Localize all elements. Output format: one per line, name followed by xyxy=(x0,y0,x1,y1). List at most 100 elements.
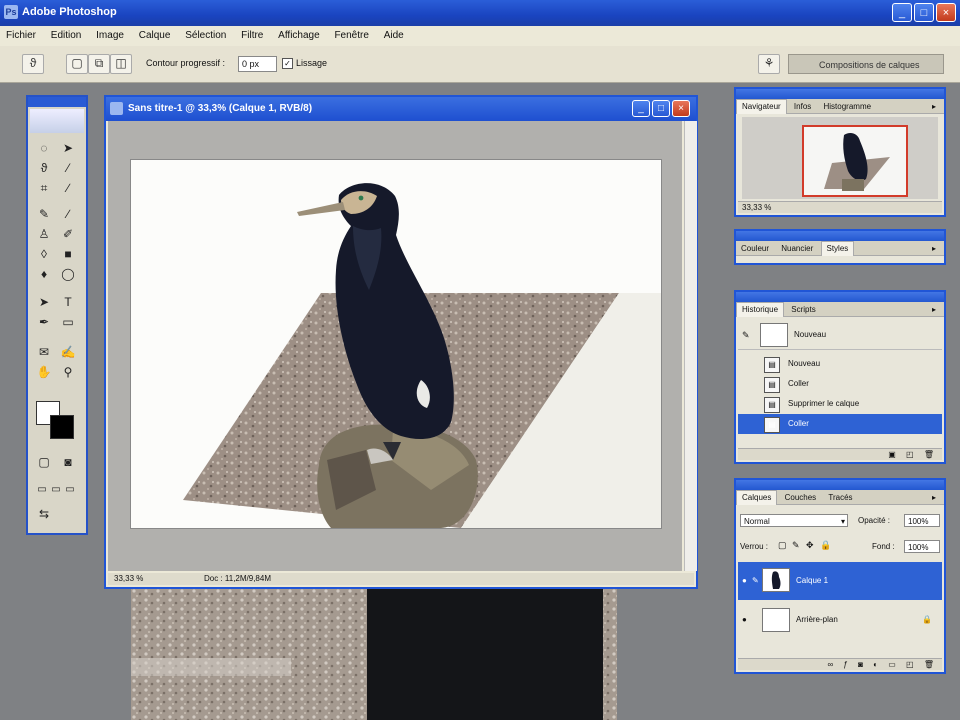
move-tool-icon[interactable]: ➤ xyxy=(58,139,78,157)
tab-color[interactable]: Couleur xyxy=(736,242,774,256)
tab-layers[interactable]: Calques xyxy=(736,490,778,505)
doc-minimize-button[interactable]: _ xyxy=(632,100,650,117)
navigator-zoom[interactable]: 33,33 % xyxy=(742,203,771,212)
crop-tool-icon[interactable]: ⌗ xyxy=(34,179,54,197)
pen-tool-icon[interactable]: ✒ xyxy=(34,313,54,331)
imageready-icon[interactable]: ⇆ xyxy=(34,505,54,523)
new-layer-icon[interactable]: ◰ xyxy=(906,660,914,669)
smooth-checkbox[interactable]: ✓ xyxy=(282,58,293,69)
add-selection-icon[interactable]: ⧉ xyxy=(88,54,110,74)
menu-edition[interactable]: Edition xyxy=(45,26,88,41)
navigator-preview[interactable] xyxy=(742,117,938,199)
history-menu-icon[interactable]: ▸ xyxy=(927,303,941,317)
menu-fenetre[interactable]: Fenêtre xyxy=(328,26,374,41)
tab-info[interactable]: Infos xyxy=(789,100,816,114)
history-snapshot[interactable]: ✎ Nouveau xyxy=(738,320,942,350)
navigator-view-box[interactable] xyxy=(802,125,908,197)
lasso-tool-preset-icon[interactable]: ϑ xyxy=(22,54,44,74)
menu-image[interactable]: Image xyxy=(90,26,130,41)
minimize-button[interactable]: _ xyxy=(892,3,912,22)
history-item-selected[interactable]: ▤ Coller xyxy=(738,414,942,434)
fill-input[interactable]: 100% xyxy=(904,540,940,553)
document-size[interactable]: Doc : 11,2M/9,84M xyxy=(204,573,271,585)
history-brush-icon[interactable]: ✐ xyxy=(58,225,78,243)
lock-pixels-icon[interactable]: ✎ xyxy=(792,540,800,551)
eraser-tool-icon[interactable]: ◊ xyxy=(34,245,54,263)
doc-maximize-button[interactable]: □ xyxy=(652,100,670,117)
tab-styles[interactable]: Styles xyxy=(820,241,855,256)
stamp-tool-icon[interactable]: ♙ xyxy=(34,225,54,243)
path-selection-icon[interactable]: ➤ xyxy=(34,293,54,311)
screen-mode-full-icon[interactable]: ▭ xyxy=(60,481,80,499)
navigator-palette-header[interactable] xyxy=(736,89,944,99)
document-zoom[interactable]: 33,33 % xyxy=(114,573,143,585)
canvas[interactable] xyxy=(130,159,662,529)
standard-mode-icon[interactable]: ▢ xyxy=(34,453,54,471)
layers-palette-header[interactable] xyxy=(736,480,944,490)
tab-channels[interactable]: Couches xyxy=(780,491,822,505)
gradient-tool-icon[interactable]: ■ xyxy=(58,245,78,263)
menu-aide[interactable]: Aide xyxy=(378,26,410,41)
doc-close-button[interactable]: × xyxy=(672,100,690,117)
new-snapshot-icon[interactable]: ◰ xyxy=(906,450,914,459)
lasso-tool-icon[interactable]: ϑ xyxy=(34,159,54,177)
link-layers-icon[interactable]: ∞ xyxy=(827,660,833,669)
menu-filtre[interactable]: Filtre xyxy=(235,26,269,41)
tab-actions[interactable]: Scripts xyxy=(786,303,820,317)
layer-row-selected[interactable]: ● ✎ Calque 1 xyxy=(738,562,942,600)
subtract-selection-icon[interactable]: ◫ xyxy=(110,54,132,74)
history-item[interactable]: ▤ Supprimer le calque xyxy=(738,394,942,414)
dodge-tool-icon[interactable]: ◯ xyxy=(58,265,78,283)
quick-mask-icon[interactable]: ◙ xyxy=(58,453,78,471)
menu-affichage[interactable]: Affichage xyxy=(272,26,326,41)
new-group-icon[interactable]: ▭ xyxy=(888,660,896,669)
background-color-swatch[interactable] xyxy=(50,415,74,439)
brush-tool-icon[interactable]: ∕ xyxy=(58,205,78,223)
lock-position-icon[interactable]: ✥ xyxy=(806,540,814,551)
layers-menu-icon[interactable]: ▸ xyxy=(927,491,941,505)
document-scrollbar[interactable] xyxy=(684,121,697,571)
blur-tool-icon[interactable]: ♦ xyxy=(34,265,54,283)
color-menu-icon[interactable]: ▸ xyxy=(927,242,941,256)
tab-swatches[interactable]: Nuancier xyxy=(776,242,818,256)
tab-navigator[interactable]: Navigateur xyxy=(736,99,787,114)
new-document-from-state-icon[interactable]: ▣ xyxy=(888,450,896,459)
type-tool-icon[interactable]: T xyxy=(58,293,78,311)
delete-layer-icon[interactable]: 🗑 xyxy=(924,660,934,669)
menu-fichier[interactable]: Fichier xyxy=(0,26,42,41)
lock-all-icon[interactable]: 🔒 xyxy=(820,540,831,551)
layer-style-icon[interactable]: ƒ xyxy=(843,660,847,669)
notes-tool-icon[interactable]: ✉ xyxy=(34,343,54,361)
delete-state-icon[interactable]: 🗑 xyxy=(924,450,934,459)
magic-wand-tool-icon[interactable]: ⁄ xyxy=(58,159,78,177)
toolbox-header[interactable] xyxy=(28,97,86,107)
menu-calque[interactable]: Calque xyxy=(133,26,177,41)
history-item[interactable]: ▤ Coller xyxy=(738,374,942,394)
history-palette-header[interactable] xyxy=(736,292,944,302)
eyedropper-tool-icon[interactable]: ✍ xyxy=(58,343,78,361)
shape-tool-icon[interactable]: ▭ xyxy=(58,313,78,331)
layer-row[interactable]: ● Arrière-plan 🔒 xyxy=(738,604,942,636)
history-brush-source-icon[interactable]: ✎ xyxy=(742,320,750,350)
history-item[interactable]: ▤ Nouveau xyxy=(738,354,942,374)
canvas-area[interactable] xyxy=(108,121,682,571)
navigator-menu-icon[interactable]: ▸ xyxy=(927,100,941,114)
palette-well[interactable]: Compositions de calques xyxy=(788,54,944,74)
document-titlebar[interactable]: Sans titre-1 @ 33,3% (Calque 1, RVB/8) _… xyxy=(106,97,696,121)
adjustment-layer-icon[interactable]: ◐ xyxy=(873,660,878,669)
feather-input[interactable]: 0 px xyxy=(238,56,277,72)
blend-mode-select[interactable]: Normal ▾ xyxy=(740,514,848,527)
color-palette-header[interactable] xyxy=(736,231,944,241)
layer-mask-icon[interactable]: ◙ xyxy=(858,660,863,669)
lock-transparency-icon[interactable]: ▢ xyxy=(778,540,787,551)
zoom-tool-icon[interactable]: ⚲ xyxy=(58,363,78,381)
eye-icon[interactable]: ● xyxy=(742,577,751,585)
file-browser-icon[interactable]: ⚘ xyxy=(758,54,780,74)
opacity-input[interactable]: 100% xyxy=(904,514,940,527)
marquee-tool-icon[interactable]: ◌ xyxy=(34,139,54,157)
tab-paths[interactable]: Tracés xyxy=(823,491,857,505)
menu-selection[interactable]: Sélection xyxy=(179,26,232,41)
close-button[interactable]: × xyxy=(936,3,956,22)
slice-tool-icon[interactable]: ∕ xyxy=(58,179,78,197)
tab-histogram[interactable]: Histogramme xyxy=(819,100,877,114)
